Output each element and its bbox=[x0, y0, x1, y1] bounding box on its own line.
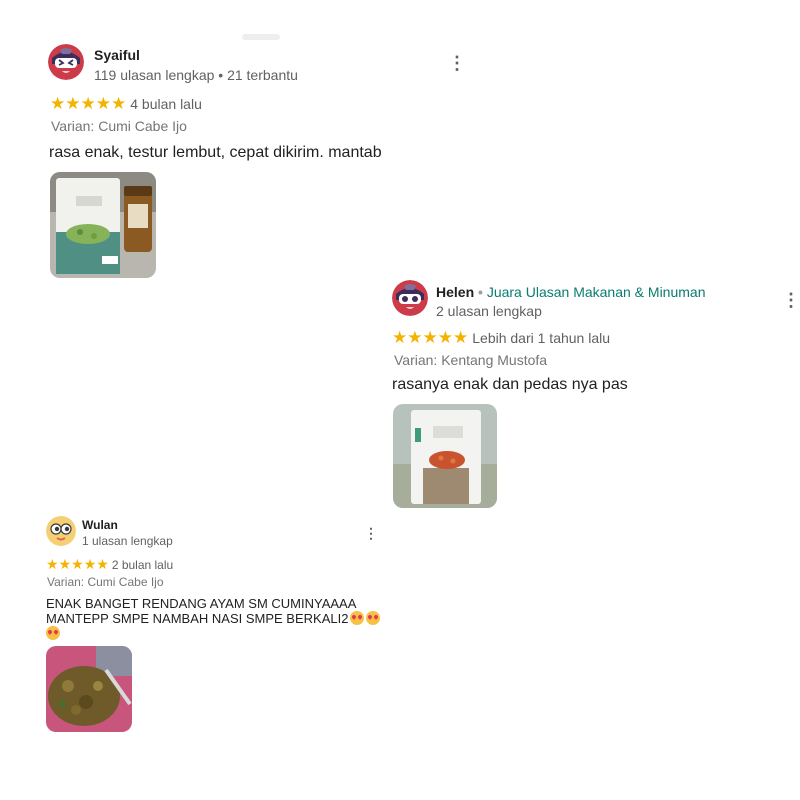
star-rating: ★★★★★ bbox=[50, 94, 126, 114]
reviewer-stats: 2 ulasan lengkap bbox=[436, 303, 542, 319]
more-options-icon[interactable]: ⋮ bbox=[364, 526, 378, 540]
rating-row: ★★★★★ 2 bulan lalu bbox=[46, 556, 173, 573]
heart-eyes-emoji-icon bbox=[350, 611, 365, 625]
review-comment-line: ENAK BANGET RENDANG AYAM SM CUMINYAAAA bbox=[46, 596, 357, 611]
star-icon: ★ bbox=[437, 328, 453, 347]
review-comment: rasa enak, testur lembut, cepat dikirim.… bbox=[49, 144, 382, 161]
star-icon: ★ bbox=[95, 94, 111, 113]
review-card-wulan: Wulan 1 ulasan lengkap ⋮ ★★★★★ 2 bulan l… bbox=[46, 516, 386, 736]
reviewer-stats: 119 ulasan lengkap • 21 terbantu bbox=[94, 67, 298, 83]
star-icon: ★ bbox=[453, 328, 469, 347]
avatar[interactable] bbox=[392, 280, 428, 316]
review-card-syaiful: Syaiful 119 ulasan lengkap • 21 terbantu… bbox=[48, 44, 468, 284]
review-photo[interactable] bbox=[393, 404, 497, 508]
reviewer-badge[interactable]: Juara Ulasan Makanan & Minuman bbox=[487, 284, 706, 300]
star-icon: ★ bbox=[83, 556, 97, 572]
reviewer-name[interactable]: Helen bbox=[436, 284, 474, 300]
food-photo-image bbox=[46, 646, 132, 732]
avatar[interactable] bbox=[48, 44, 84, 80]
rating-row: ★★★★★ 4 bulan lalu bbox=[50, 94, 202, 114]
star-rating: ★★★★★ bbox=[46, 556, 109, 573]
star-rating: ★★★★★ bbox=[392, 328, 468, 348]
star-icon: ★ bbox=[80, 94, 96, 113]
review-date: 2 bulan lalu bbox=[111, 557, 174, 572]
review-date: Lebih dari 1 tahun lalu bbox=[472, 330, 611, 346]
star-icon: ★ bbox=[46, 556, 59, 572]
star-icon: ★ bbox=[65, 94, 81, 113]
top-handle bbox=[242, 34, 280, 40]
reviewer-name[interactable]: Wulan bbox=[82, 518, 118, 532]
more-options-icon[interactable]: ⋮ bbox=[448, 54, 466, 72]
heart-eyes-emoji-icon bbox=[46, 626, 60, 640]
review-comment: ENAK BANGET RENDANG AYAM SM CUMINYAAAA M… bbox=[46, 596, 396, 641]
reviewer-name-line: Helen • Juara Ulasan Makanan & Minuman bbox=[436, 284, 705, 300]
product-photo-image bbox=[50, 172, 156, 278]
star-icon: ★ bbox=[50, 94, 66, 113]
review-card-helen: Helen • Juara Ulasan Makanan & Minuman 2… bbox=[392, 280, 800, 515]
star-icon: ★ bbox=[422, 328, 438, 347]
avatar-robot-icon bbox=[48, 44, 84, 80]
star-icon: ★ bbox=[58, 556, 72, 572]
star-icon: ★ bbox=[71, 556, 84, 572]
avatar-robot-icon bbox=[392, 280, 428, 316]
review-comment-line: MANTEPP SMPE NAMBAH NASI SMPE BERKALI2 bbox=[46, 611, 349, 626]
review-photo[interactable] bbox=[50, 172, 156, 278]
product-variant: Varian: Cumi Cabe Ijo bbox=[47, 575, 164, 589]
review-photo[interactable] bbox=[46, 646, 132, 732]
review-date: 4 bulan lalu bbox=[130, 96, 202, 112]
more-options-icon[interactable]: ⋮ bbox=[782, 291, 800, 309]
product-variant: Varian: Cumi Cabe Ijo bbox=[51, 118, 187, 134]
review-comment-line-2: MANTEPP SMPE NAMBAH NASI SMPE BERKALI2 bbox=[46, 611, 396, 626]
star-icon: ★ bbox=[111, 94, 127, 113]
star-icon: ★ bbox=[407, 328, 423, 347]
star-icon: ★ bbox=[392, 328, 408, 347]
heart-eyes-emoji-icon bbox=[366, 611, 381, 625]
avatar[interactable] bbox=[46, 516, 76, 546]
reviewer-stats: 1 ulasan lengkap bbox=[82, 534, 173, 548]
product-photo-image bbox=[393, 404, 497, 508]
separator-dot: • bbox=[474, 284, 487, 300]
review-comment-line-3 bbox=[46, 626, 396, 641]
review-comment: rasanya enak dan pedas nya pas bbox=[392, 376, 628, 393]
star-icon: ★ bbox=[96, 556, 109, 572]
rating-row: ★★★★★ Lebih dari 1 tahun lalu bbox=[392, 328, 610, 348]
reviewer-name[interactable]: Syaiful bbox=[94, 47, 140, 63]
product-variant: Varian: Kentang Mustofa bbox=[394, 352, 548, 368]
avatar-cartoon-face-icon bbox=[46, 516, 76, 546]
